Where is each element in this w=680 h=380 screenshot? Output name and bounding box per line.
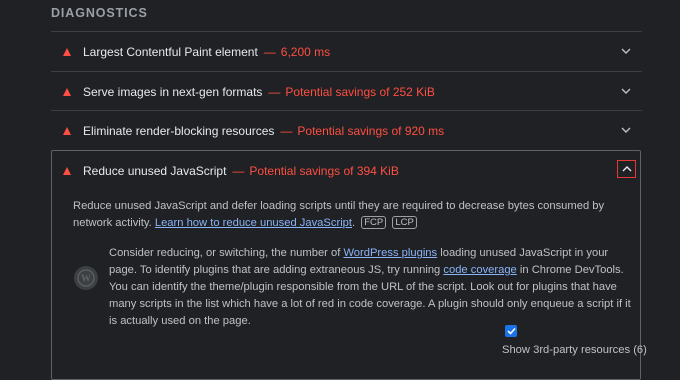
learn-more-link[interactable]: Learn how to reduce unused JavaScript — [155, 217, 352, 229]
audit-title: Largest Contentful Paint element — [83, 44, 258, 59]
diagnostics-section-title: DIAGNOSTICS — [51, 6, 148, 20]
stack-pack-note: Consider reducing, or switching, the num… — [109, 245, 639, 330]
wordpress-icon: W — [74, 266, 98, 290]
chevron-down-icon[interactable] — [620, 124, 632, 136]
metric-badge-lcp: LCP — [392, 216, 417, 229]
audit-value: Potential savings of 252 KiB — [285, 84, 435, 99]
audit-value: 6,200 ms — [280, 44, 331, 59]
audit-unused-javascript[interactable]: Reduce unused JavaScript — Potential sav… — [51, 151, 621, 190]
chevron-down-icon[interactable] — [620, 85, 632, 97]
audit-separator: — — [280, 123, 293, 138]
audit-value: Potential savings of 394 KiB — [249, 163, 399, 178]
audit-description: Reduce unused JavaScript and defer loadi… — [73, 198, 633, 232]
third-party-label[interactable]: Show 3rd-party resources (6) — [502, 344, 647, 356]
audit-separator: — — [232, 163, 245, 178]
chevron-down-icon[interactable] — [620, 45, 632, 57]
audit-render-blocking[interactable]: Eliminate render-blocking resources — Po… — [51, 111, 642, 150]
chevron-up-icon[interactable] — [617, 160, 636, 178]
audit-title: Eliminate render-blocking resources — [83, 123, 275, 138]
red-triangle-icon — [63, 166, 71, 175]
description-period: . — [352, 217, 356, 229]
red-triangle-icon — [63, 87, 71, 96]
red-triangle-icon — [63, 126, 71, 135]
audit-lcp-element[interactable]: Largest Contentful Paint element — 6,200… — [51, 32, 642, 71]
audit-separator: — — [263, 44, 276, 59]
audit-title: Serve images in next-gen formats — [83, 84, 263, 99]
wordpress-plugins-link[interactable]: WordPress plugins — [343, 247, 437, 259]
red-triangle-icon — [63, 47, 71, 56]
svg-text:W: W — [81, 274, 91, 285]
note-text: Consider reducing, or switching, the num… — [109, 247, 344, 259]
checkmark-icon — [506, 327, 516, 335]
third-party-checkbox[interactable] — [505, 325, 517, 337]
audit-title: Reduce unused JavaScript — [83, 163, 227, 178]
code-coverage-link[interactable]: code coverage — [443, 264, 516, 276]
audit-next-gen-images[interactable]: Serve images in next-gen formats — Poten… — [51, 72, 642, 111]
audit-value: Potential savings of 920 ms — [297, 123, 445, 138]
metric-badge-fcp: FCP — [361, 216, 387, 229]
audit-separator: — — [268, 84, 281, 99]
